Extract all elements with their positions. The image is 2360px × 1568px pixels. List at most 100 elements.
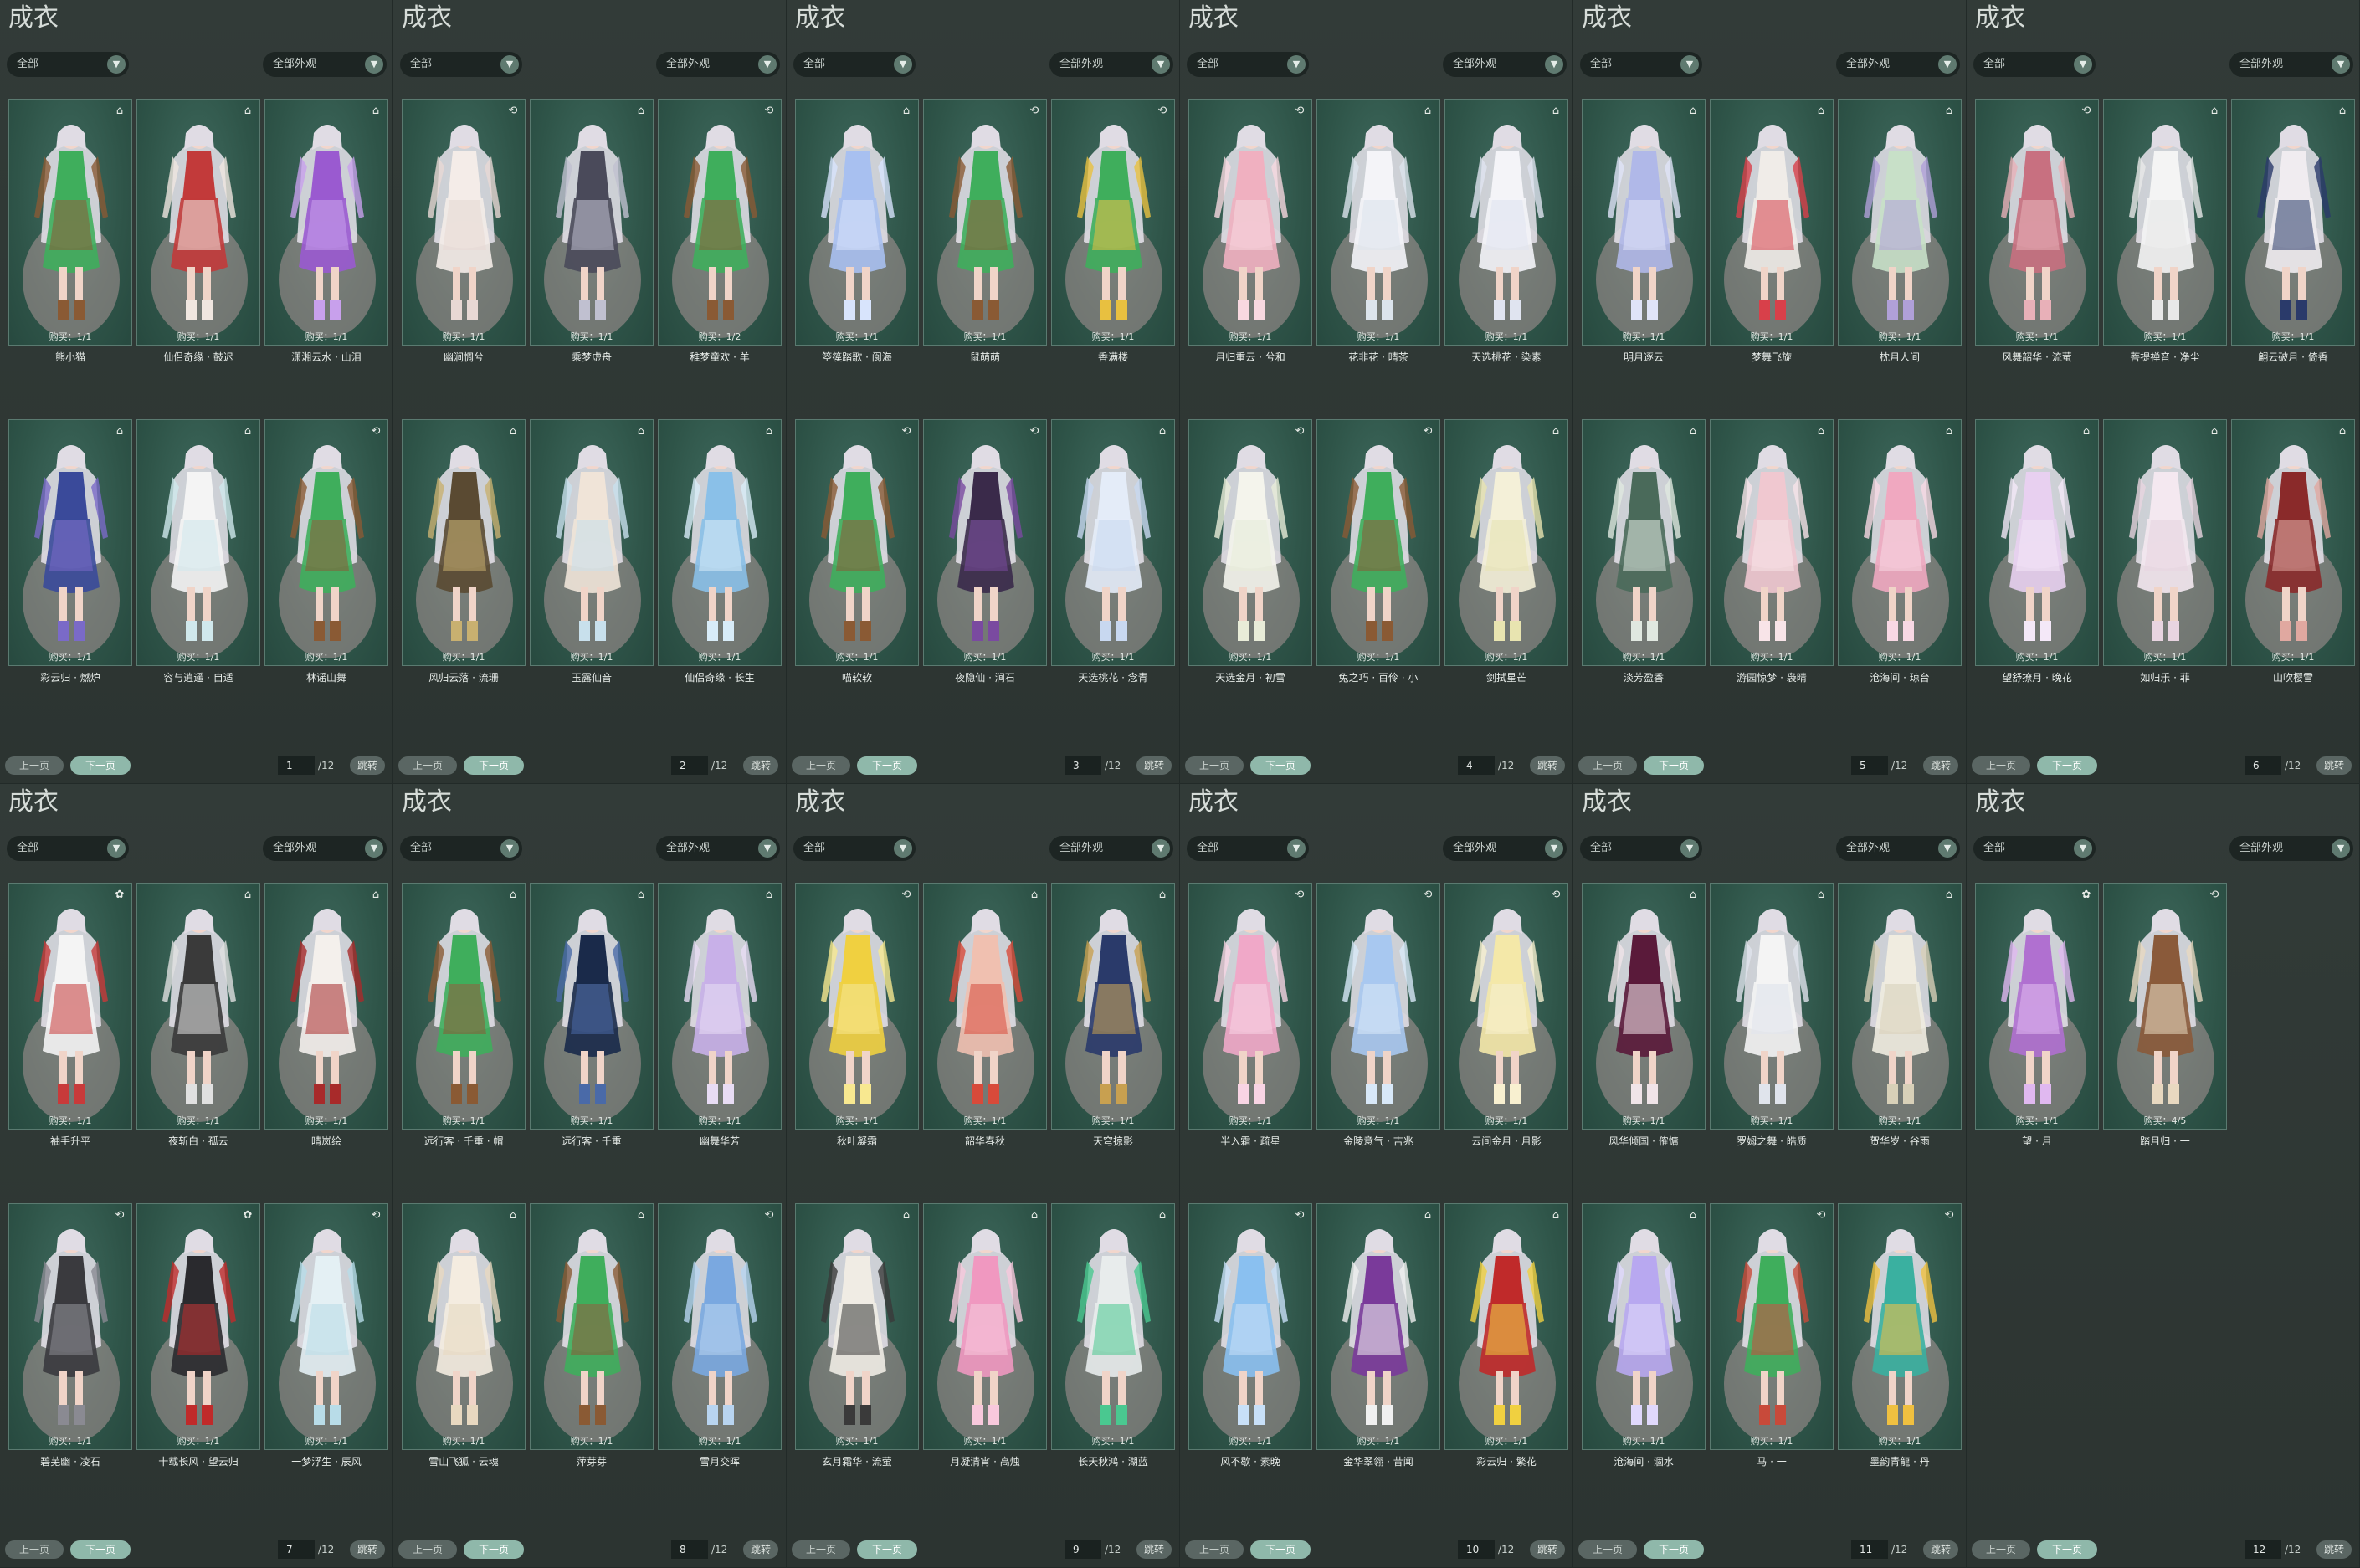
gift-icon[interactable]: ⌂ xyxy=(1549,105,1562,118)
outfit-card[interactable]: ⌂ 购买：1/1 xyxy=(1582,883,1706,1130)
outfit-card[interactable]: ⌂ 购买：1/1 xyxy=(1444,419,1568,666)
next-page-button[interactable]: 下一页 xyxy=(1644,1540,1704,1559)
swap-icon[interactable]: ⟲ xyxy=(1293,1209,1306,1222)
outfit-item[interactable]: ⟲ 购买：1/1 一梦浮生 · 辰风 xyxy=(264,1203,388,1484)
outfit-item[interactable]: ✿ 购买：1/1 十载长风 · 望云归 xyxy=(136,1203,260,1484)
outfit-item[interactable]: ⟲ 购买：1/1 幽涧惆兮 xyxy=(402,99,526,380)
outfit-item[interactable]: ⟲ 购买：1/1 香满楼 xyxy=(1051,99,1175,380)
outfit-card[interactable]: ⟲ 购买：4/5 xyxy=(2103,883,2227,1130)
outfit-card[interactable]: ⌂ 购买：1/1 xyxy=(264,99,388,346)
next-page-button[interactable]: 下一页 xyxy=(857,1540,917,1559)
jump-button[interactable]: 跳转 xyxy=(350,756,385,775)
gift-icon[interactable]: ⌂ xyxy=(2336,105,2349,118)
outfit-card[interactable]: ⟲ 购买：1/1 xyxy=(1051,99,1175,346)
outfit-item[interactable]: ⌂ 购买：1/1 如归乐 · 菲 xyxy=(2103,419,2227,700)
next-page-button[interactable]: 下一页 xyxy=(2037,756,2097,775)
gift-icon[interactable]: ⌂ xyxy=(113,105,126,118)
gift-icon[interactable]: ⌂ xyxy=(506,889,520,902)
gift-icon[interactable]: ⌂ xyxy=(1156,425,1169,438)
gift-icon[interactable]: ⌂ xyxy=(1028,889,1041,902)
outfit-card[interactable]: ⌂ 购买：1/1 xyxy=(1316,1203,1440,1450)
outfit-item[interactable]: ⌂ 购买：1/1 仙侣奇缘 · 长生 xyxy=(658,419,782,700)
outfit-item[interactable]: ⌂ 购买：1/1 剑拭星芒 xyxy=(1444,419,1568,700)
outfit-card[interactable]: ⌂ 购买：1/1 xyxy=(402,419,526,666)
outfit-card[interactable]: ⟲ 购买：1/1 xyxy=(1316,883,1440,1130)
gift-icon[interactable]: ⌂ xyxy=(762,889,776,902)
gift-icon[interactable]: ⌂ xyxy=(1028,1209,1041,1222)
next-page-button[interactable]: 下一页 xyxy=(464,1540,524,1559)
butterfly-icon[interactable]: ✿ xyxy=(2080,889,2093,902)
outfit-card[interactable]: ⟲ 购买：1/1 xyxy=(1188,883,1312,1130)
outfit-card[interactable]: ⌂ 购买：1/1 xyxy=(658,419,782,666)
category-dropdown[interactable]: 全部 ▼ xyxy=(793,52,916,77)
outfit-card[interactable]: ⟲ 购买：1/1 xyxy=(1975,99,2099,346)
gift-icon[interactable]: ⌂ xyxy=(369,889,382,902)
outfit-card[interactable]: ⌂ 购买：1/1 xyxy=(8,419,132,666)
appearance-dropdown[interactable]: 全部外观 ▼ xyxy=(263,836,387,861)
gift-icon[interactable]: ⌂ xyxy=(1814,425,1828,438)
swap-icon[interactable]: ⟲ xyxy=(1028,425,1041,438)
prev-page-button[interactable]: 上一页 xyxy=(792,756,850,775)
prev-page-button[interactable]: 上一页 xyxy=(398,756,457,775)
outfit-card[interactable]: ✿ 购买：1/1 xyxy=(1975,883,2099,1130)
outfit-item[interactable]: ⌂ 购买：1/1 天穹掠影 xyxy=(1051,883,1175,1164)
jump-button[interactable]: 跳转 xyxy=(350,1540,385,1559)
outfit-item[interactable]: ⌂ 购买：1/1 沧海间 · 涸水 xyxy=(1582,1203,1706,1484)
outfit-item[interactable]: ⌂ 购买：1/1 菩提禅音 · 净尘 xyxy=(2103,99,2227,380)
jump-button[interactable]: 跳转 xyxy=(2316,1540,2352,1559)
outfit-item[interactable]: ⟲ 购买：1/1 碧芜幽 · 凌石 xyxy=(8,1203,132,1484)
prev-page-button[interactable]: 上一页 xyxy=(1578,756,1637,775)
outfit-card[interactable]: ⌂ 购买：1/1 xyxy=(402,883,526,1130)
outfit-item[interactable]: ⟲ 购买：1/1 林谣山舞 xyxy=(264,419,388,700)
gift-icon[interactable]: ⌂ xyxy=(1549,425,1562,438)
outfit-card[interactable]: ⌂ 购买：1/1 xyxy=(2103,99,2227,346)
outfit-card[interactable]: ⌂ 购买：1/1 xyxy=(1838,99,1962,346)
outfit-item[interactable]: ⌂ 购买：1/1 潇湘云水 · 山泪 xyxy=(264,99,388,380)
gift-icon[interactable]: ⌂ xyxy=(2080,425,2093,438)
outfit-card[interactable]: ⟲ 购买：1/1 xyxy=(1710,1203,1834,1450)
outfit-card[interactable]: ⌂ 购买：1/1 xyxy=(136,419,260,666)
prev-page-button[interactable]: 上一页 xyxy=(1972,756,2030,775)
swap-icon[interactable]: ⟲ xyxy=(1421,889,1434,902)
next-page-button[interactable]: 下一页 xyxy=(70,756,131,775)
jump-button[interactable]: 跳转 xyxy=(1923,1540,1958,1559)
appearance-dropdown[interactable]: 全部外观 ▼ xyxy=(1049,836,1173,861)
swap-icon[interactable]: ⟲ xyxy=(506,105,520,118)
gift-icon[interactable]: ⌂ xyxy=(1814,105,1828,118)
outfit-item[interactable]: ⌂ 购买：1/1 游园惊梦 · 袅晴 xyxy=(1710,419,1834,700)
gift-icon[interactable]: ⌂ xyxy=(2208,105,2221,118)
outfit-item[interactable]: ⌂ 购买：1/1 月凝清宵 · 高烛 xyxy=(923,1203,1047,1484)
outfit-item[interactable]: ⌂ 购买：1/1 山吹樱雪 xyxy=(2231,419,2355,700)
gift-icon[interactable]: ⌂ xyxy=(506,1209,520,1222)
next-page-button[interactable]: 下一页 xyxy=(2037,1540,2097,1559)
gift-icon[interactable]: ⌂ xyxy=(1421,105,1434,118)
outfit-item[interactable]: ⌂ 购买：1/1 熊小猫 xyxy=(8,99,132,380)
swap-icon[interactable]: ⟲ xyxy=(2208,889,2221,902)
outfit-item[interactable]: ⌂ 购买：1/1 沧海间 · 琼台 xyxy=(1838,419,1962,700)
jump-button[interactable]: 跳转 xyxy=(2316,756,2352,775)
outfit-card[interactable]: ⌂ 购买：1/1 xyxy=(530,419,654,666)
appearance-dropdown[interactable]: 全部外观 ▼ xyxy=(1049,52,1173,77)
swap-icon[interactable]: ⟲ xyxy=(1549,889,1562,902)
outfit-card[interactable]: ⌂ 购买：1/1 xyxy=(8,99,132,346)
category-dropdown[interactable]: 全部 ▼ xyxy=(1973,836,2096,861)
outfit-item[interactable]: ⟲ 购买：1/1 雪月交晖 xyxy=(658,1203,782,1484)
appearance-dropdown[interactable]: 全部外观 ▼ xyxy=(1443,52,1567,77)
outfit-item[interactable]: ⌂ 购买：1/1 明月逐云 xyxy=(1582,99,1706,380)
outfit-item[interactable]: ⌂ 购买：1/1 风华倾国 · 傕慵 xyxy=(1582,883,1706,1164)
next-page-button[interactable]: 下一页 xyxy=(1250,756,1311,775)
gift-icon[interactable]: ⌂ xyxy=(900,105,913,118)
outfit-card[interactable]: ⌂ 购买：1/1 xyxy=(1444,99,1568,346)
appearance-dropdown[interactable]: 全部外观 ▼ xyxy=(1836,52,1960,77)
appearance-dropdown[interactable]: 全部外观 ▼ xyxy=(1443,836,1567,861)
outfit-item[interactable]: ⌂ 购买：1/1 翩云破月 · 倚香 xyxy=(2231,99,2355,380)
page-number-input[interactable]: 1 xyxy=(278,756,315,775)
outfit-item[interactable]: ⌂ 购买：1/1 雪山飞狐 · 云魂 xyxy=(402,1203,526,1484)
outfit-card[interactable]: ⌂ 购买：1/1 xyxy=(1710,419,1834,666)
category-dropdown[interactable]: 全部 ▼ xyxy=(1187,836,1309,861)
outfit-card[interactable]: ⟲ 购买：1/1 xyxy=(1188,1203,1312,1450)
prev-page-button[interactable]: 上一页 xyxy=(1972,1540,2030,1559)
outfit-card[interactable]: ⌂ 购买：1/1 xyxy=(1582,419,1706,666)
outfit-item[interactable]: ⌂ 购买：1/1 罗姆之舞 · 皓质 xyxy=(1710,883,1834,1164)
outfit-card[interactable]: ⟲ 购买：1/1 xyxy=(1316,419,1440,666)
